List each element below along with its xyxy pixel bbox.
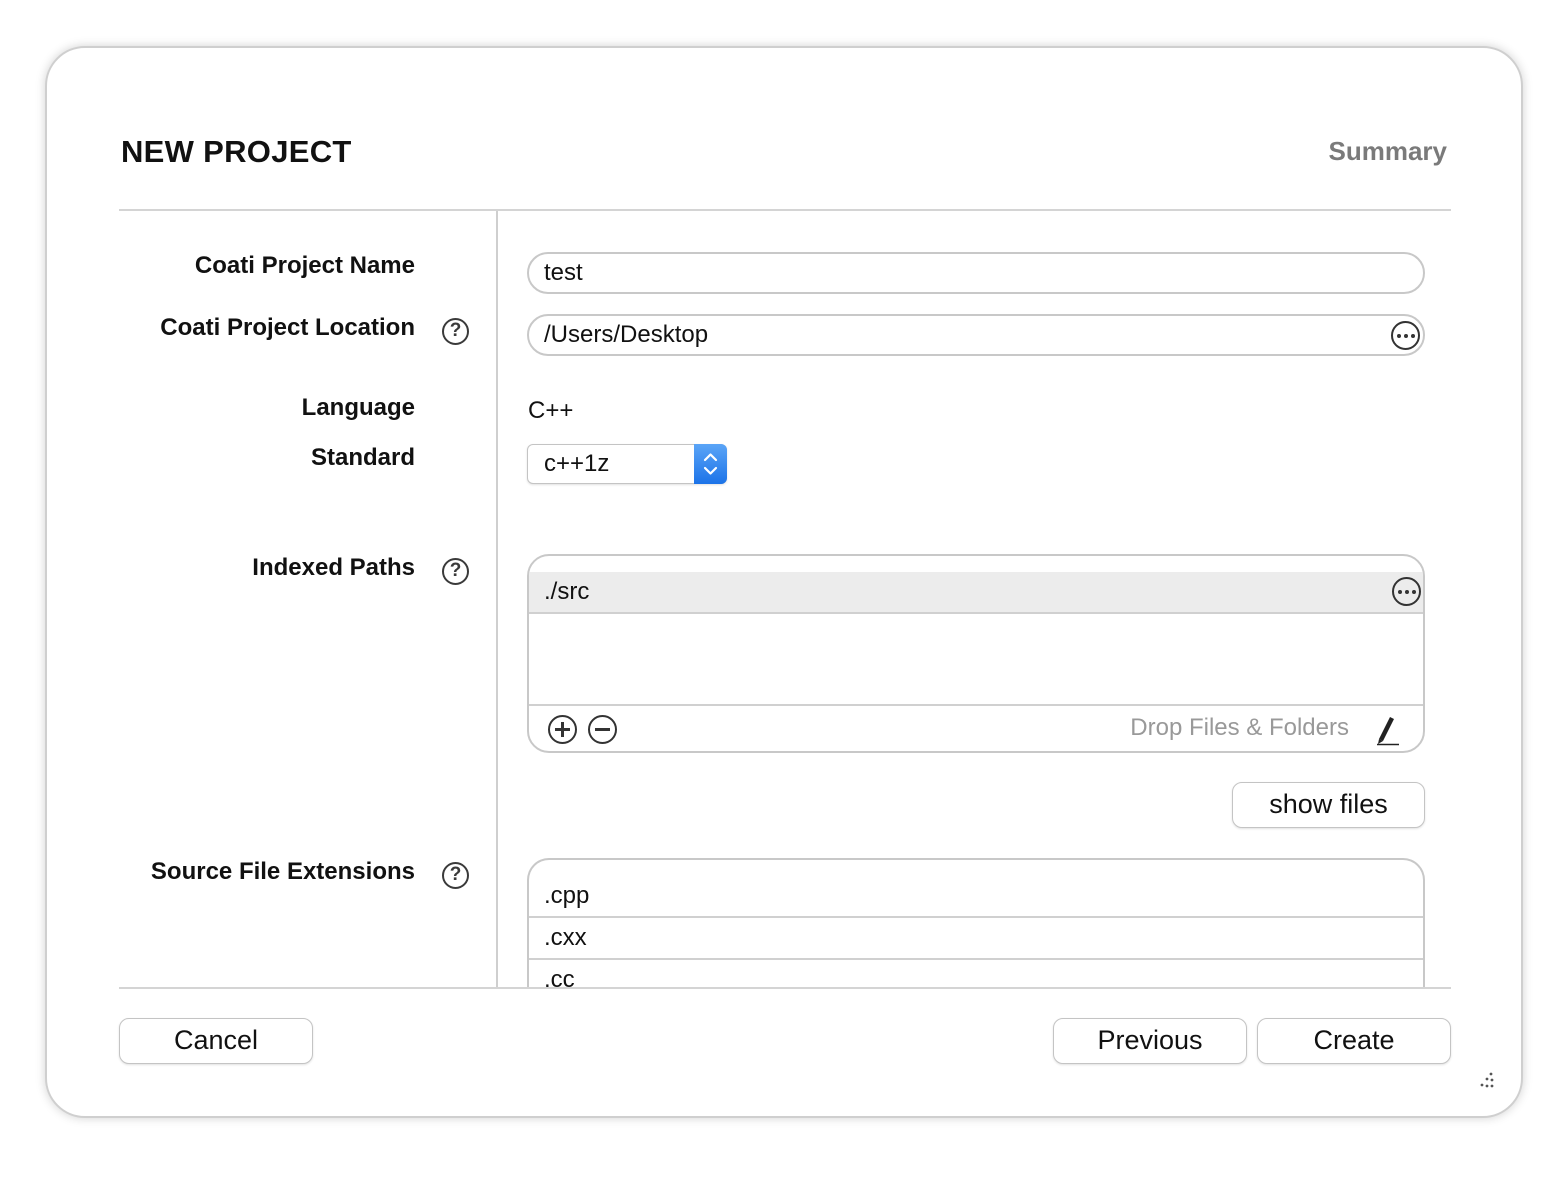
browse-path-icon[interactable] [1392,577,1421,606]
standard-label: Standard [310,444,415,471]
language-value: C++ [528,397,574,424]
indexed-paths-list: ./src Drop Files & Folders [527,554,1425,753]
select-arrows-icon [694,444,727,484]
new-project-dialog: NEW PROJECT Summary Coati Project Name t… [45,46,1523,1118]
add-path-icon[interactable] [548,715,577,744]
previous-button[interactable]: Previous [1053,1018,1247,1064]
source-extensions-label: Source File Extensions [150,858,415,885]
step-label: Summary [1328,136,1448,166]
cancel-button[interactable]: Cancel [119,1018,313,1064]
source-extensions-help-icon[interactable]: ? [442,862,469,889]
indexed-paths-label: Indexed Paths [252,554,415,581]
list-item[interactable]: .cxx [529,918,1423,960]
drop-files-hint: Drop Files & Folders [1130,714,1349,741]
header-divider [119,209,1451,211]
list-item[interactable]: ./src [529,572,1423,614]
show-files-button[interactable]: show files [1232,782,1425,828]
footer-divider [119,987,1451,989]
project-location-value: /Users/Desktop [544,321,709,348]
list-item[interactable]: .cpp [529,876,1423,918]
browse-location-icon[interactable] [1391,321,1420,350]
project-name-label: Coati Project Name [194,252,415,279]
column-divider [496,211,498,988]
project-location-label: Coati Project Location [160,314,415,341]
language-label: Language [301,394,415,421]
standard-select-value: c++1z [544,450,610,477]
create-button[interactable]: Create [1257,1018,1451,1064]
extension-value: .cpp [544,882,590,909]
edit-pencil-icon[interactable] [1373,712,1401,746]
standard-select[interactable]: c++1z [527,444,727,484]
project-location-help-icon[interactable]: ? [442,318,469,345]
list-toolbar: Drop Files & Folders [529,704,1423,751]
indexed-path-value: ./src [544,578,590,605]
indexed-paths-help-icon[interactable]: ? [442,558,469,585]
project-name-input[interactable]: test [527,252,1425,294]
resize-grip-icon[interactable] [1475,1070,1495,1090]
remove-path-icon[interactable] [588,715,617,744]
extension-value: .cxx [544,924,587,951]
project-location-input[interactable]: /Users/Desktop [527,314,1425,356]
dialog-title: NEW PROJECT [121,134,352,169]
